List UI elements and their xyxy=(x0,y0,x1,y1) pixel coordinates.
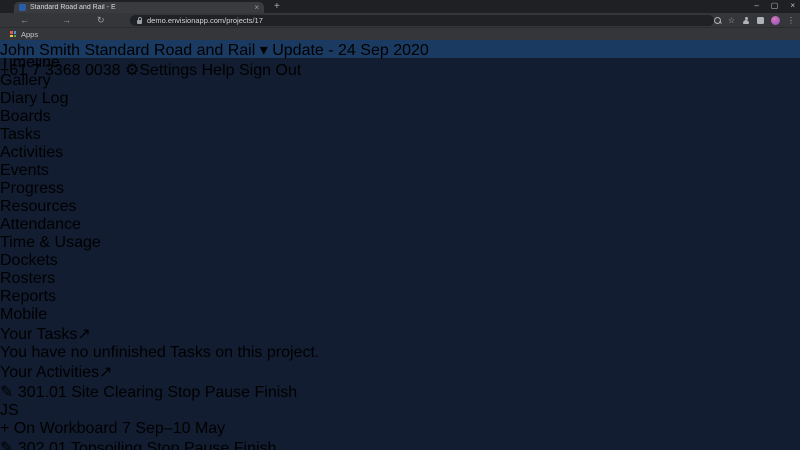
activity-link[interactable]: Site Clearing xyxy=(71,384,163,401)
window-close-icon[interactable]: × xyxy=(790,0,795,12)
toolbar-icons: ☆ ⋮ xyxy=(714,13,795,28)
forward-icon[interactable]: → xyxy=(62,14,71,27)
chevron-down-icon[interactable]: ▾ xyxy=(260,42,268,59)
menu-dots-icon[interactable]: ⋮ xyxy=(787,17,795,25)
bookmark-star-icon[interactable]: ☆ xyxy=(728,17,735,25)
sidebar-item-progress[interactable]: Progress xyxy=(0,180,800,198)
window-maximize-icon[interactable]: ▢ xyxy=(771,0,779,12)
sidebar-item-time-usage[interactable]: Time & Usage xyxy=(0,234,800,252)
sidebar-item-rosters[interactable]: Rosters xyxy=(0,270,800,288)
address-bar[interactable]: demo.envisionapp.com/projects/17 xyxy=(130,15,714,26)
sidebar-item-events[interactable]: Events xyxy=(0,162,800,180)
sign-out-link[interactable]: Sign Out xyxy=(239,62,301,79)
settings-link[interactable]: ⚙Settings xyxy=(125,62,197,79)
sidebar-item-activities[interactable]: Activities xyxy=(0,144,800,162)
update-banner[interactable]: Update - 24 Sep 2020 xyxy=(272,42,429,59)
edit-icon[interactable]: ✎ xyxy=(0,440,13,450)
finish-button[interactable]: Finish xyxy=(255,384,298,401)
browser-tab-strip: Standard Road and Rail - E × + – ▢ × xyxy=(0,0,800,13)
activity-code-badge: 302.01 xyxy=(18,440,67,450)
sidebar-item-resources[interactable]: Resources xyxy=(0,198,800,216)
your-activities-heading: Your Activities↗ xyxy=(0,362,800,382)
pause-button[interactable]: Pause xyxy=(205,384,250,401)
browser-window: Standard Road and Rail - E × + – ▢ × ← →… xyxy=(0,0,800,450)
page-url: demo.envisionapp.com/projects/17 xyxy=(147,16,263,25)
activity-row: ✎ 301.01 Site Clearing Stop Pause Finish… xyxy=(0,382,800,438)
extensions-icon[interactable] xyxy=(757,17,764,24)
topbar-right: +61 7 3368 0038 ⚙Settings Help Sign Out xyxy=(0,60,800,80)
sidebar-item-boards[interactable]: Boards xyxy=(0,108,800,126)
app-logo-area xyxy=(0,40,90,58)
tasks-empty-message: You have no unfinished Tasks on this pro… xyxy=(0,344,800,362)
lock-icon xyxy=(137,20,142,24)
on-workboard-button[interactable]: + On Workboard xyxy=(0,420,118,437)
pause-button[interactable]: Pause xyxy=(184,440,229,450)
apps-grid-icon[interactable] xyxy=(10,31,16,37)
gear-icon: ⚙ xyxy=(125,62,139,79)
new-tab-button[interactable]: + xyxy=(274,1,280,12)
bookmarks-bar: Apps xyxy=(0,28,800,40)
sidebar-item-mobile[interactable]: Mobile xyxy=(0,306,800,324)
window-controls: – ▢ × xyxy=(754,0,795,12)
support-phone: +61 7 3368 0038 xyxy=(0,62,121,79)
search-icon[interactable] xyxy=(714,17,721,24)
finish-button[interactable]: Finish xyxy=(234,440,277,450)
sidebar-item-reports[interactable]: Reports xyxy=(0,288,800,306)
activity-link[interactable]: Topsoiling xyxy=(71,440,142,450)
reload-icon[interactable]: ↻ xyxy=(97,14,105,27)
sidebar-item-dockets[interactable]: Dockets xyxy=(0,252,800,270)
sidebar-item-diary-log[interactable]: Diary Log xyxy=(0,90,800,108)
activity-row: ✎ 302.01 Topsoiling Stop Pause Finish JS… xyxy=(0,438,800,450)
sidebar-item-tasks[interactable]: Tasks xyxy=(0,126,800,144)
site-favicon-icon xyxy=(19,4,26,11)
assignee-initials: JS xyxy=(0,402,19,419)
activity-code-badge: 301.01 xyxy=(18,384,67,401)
tab-close-icon[interactable]: × xyxy=(254,4,259,12)
project-switcher[interactable]: Standard Road and Rail xyxy=(85,42,256,59)
export-icon[interactable]: ↗ xyxy=(99,364,112,381)
stop-button[interactable]: Stop xyxy=(167,384,200,401)
apps-bookmark[interactable]: Apps xyxy=(21,30,38,39)
your-tasks-heading: Your Tasks↗ xyxy=(0,324,800,344)
stop-button[interactable]: Stop xyxy=(147,440,180,450)
browser-tab[interactable]: Standard Road and Rail - E × xyxy=(14,2,264,13)
export-icon[interactable]: ↗ xyxy=(77,326,90,343)
profile-icon[interactable] xyxy=(742,17,750,25)
tab-title: Standard Road and Rail - E xyxy=(30,4,250,11)
browser-avatar[interactable] xyxy=(771,16,780,25)
activity-actions: Stop Pause Finish xyxy=(167,384,297,401)
window-minimize-icon[interactable]: – xyxy=(754,0,758,12)
activity-actions: Stop Pause Finish xyxy=(147,440,277,450)
help-link[interactable]: Help xyxy=(202,62,235,79)
activity-dates: 7 Sep–10 May xyxy=(122,420,225,437)
edit-icon[interactable]: ✎ xyxy=(0,384,13,401)
app-top-bar: John Smith Standard Road and Rail ▾ Upda… xyxy=(0,40,800,58)
browser-toolbar: ← → ↻ demo.envisionapp.com/projects/17 ☆… xyxy=(0,13,800,28)
back-icon[interactable]: ← xyxy=(20,14,29,27)
sidebar-item-attendance[interactable]: Attendance xyxy=(0,216,800,234)
